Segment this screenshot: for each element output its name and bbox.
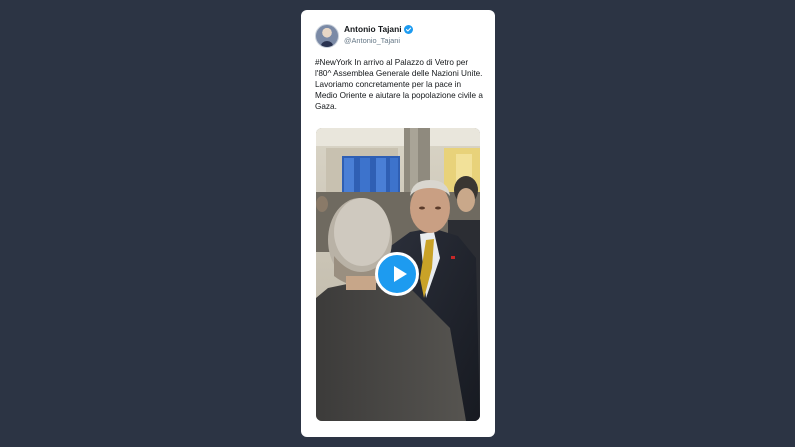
play-button[interactable]: [375, 252, 419, 296]
tweet-text: #NewYork In arrivo al Palazzo di Vetro p…: [315, 58, 483, 111]
tweet-header: Antonio Tajani @Antonio_Tajani: [315, 24, 485, 48]
author-display-name[interactable]: Antonio Tajani: [344, 24, 402, 34]
video-player[interactable]: [316, 128, 480, 421]
author-handle[interactable]: @Antonio_Tajani: [344, 36, 400, 45]
author-avatar[interactable]: [315, 24, 339, 48]
verified-badge-icon: [403, 24, 413, 34]
tweet-card[interactable]: Antonio Tajani @Antonio_Tajani #NewYork …: [301, 10, 495, 437]
author-name-row: Antonio Tajani: [344, 24, 413, 34]
